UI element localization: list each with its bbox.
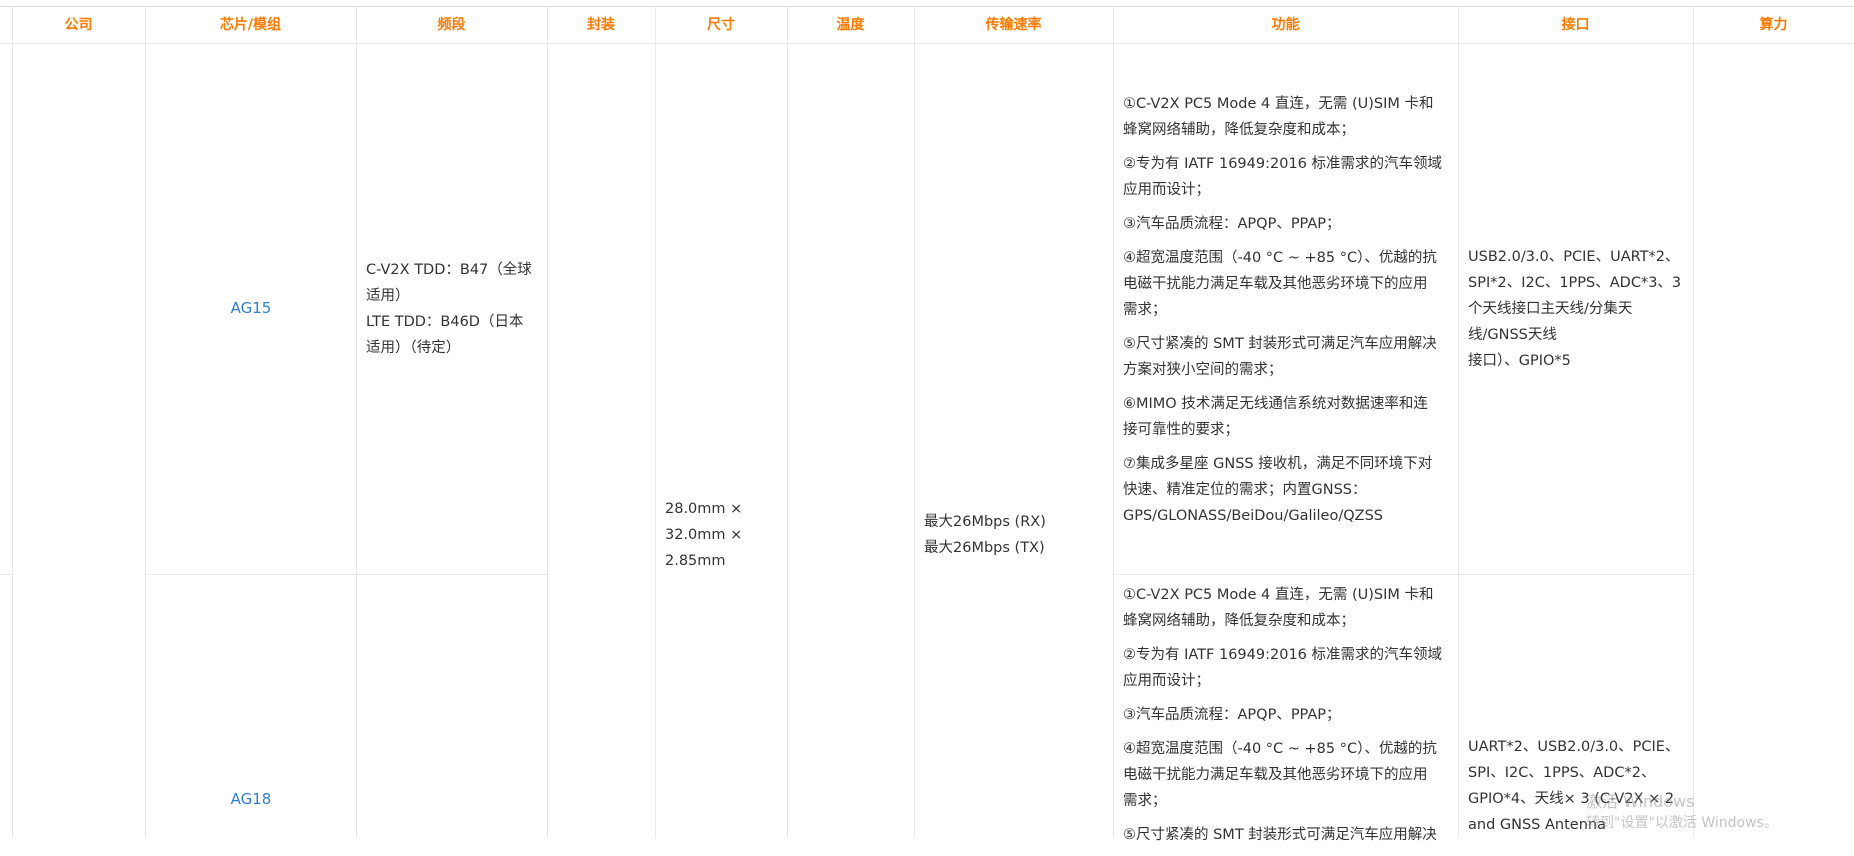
feature-line: 蜂窝网络辅助，降低复杂度和成本； <box>1123 613 1355 629</box>
header-compute: 算力 <box>1759 17 1788 33</box>
col-border <box>1693 6 1694 838</box>
band-line: 适用） <box>366 288 410 304</box>
interface-line: GPIO*4、天线× 3 (C-V2X × 2 <box>1468 791 1675 807</box>
feature-item: ④超宽温度范围（-40 °C ~ +85 °C）、优越的抗 电磁干扰能力满足车载… <box>1123 736 1463 814</box>
row-divider <box>145 574 547 575</box>
feature-item: ①C-V2X PC5 Mode 4 直连，无需 (U)SIM 卡和 蜂窝网络辅助… <box>1123 582 1463 634</box>
col-border <box>547 6 548 838</box>
col-border <box>145 6 146 838</box>
interface-line: UART*2、USB2.0/3.0、PCIE、 <box>1468 739 1680 755</box>
col-border <box>655 6 656 838</box>
feature-item: ⑤尺寸紧凑的 SMT 封装形式可满足汽车应用解决 方案对狭小空间的需求； <box>1123 331 1463 383</box>
feature-line: ①C-V2X PC5 Mode 4 直连，无需 (U)SIM 卡和 <box>1123 96 1434 112</box>
band-line: C-V2X TDD：B47（全球 <box>366 262 532 278</box>
interface-line: SPI*2、I2C、1PPS、ADC*3、3 <box>1468 275 1682 291</box>
size-line: 32.0mm × <box>665 527 743 543</box>
feature-line: ④超宽温度范围（-40 °C ~ +85 °C）、优越的抗 <box>1123 741 1437 757</box>
feature-line: ⑥MIMO 技术满足无线通信系统对数据速率和连 <box>1123 396 1428 412</box>
features-cell-ag15: ①C-V2X PC5 Mode 4 直连，无需 (U)SIM 卡和 蜂窝网络辅助… <box>1123 91 1463 537</box>
rate-line: 最大26Mbps (RX) <box>924 514 1046 530</box>
feature-line: 应用而设计； <box>1123 182 1210 198</box>
header-bottom-border <box>0 43 1854 44</box>
band-line: LTE TDD：B46D（日本 <box>366 314 524 330</box>
feature-line: ⑦集成多星座 GNSS 接收机，满足不同环境下对 <box>1123 456 1433 472</box>
header-band: 频段 <box>437 17 466 33</box>
left-stub-divider <box>0 574 12 575</box>
feature-item: ④超宽温度范围（-40 °C ~ +85 °C）、优越的抗 电磁干扰能力满足车载… <box>1123 245 1463 323</box>
feature-line: 快速、精准定位的需求；内置GNSS： <box>1123 482 1367 498</box>
feature-line: 需求； <box>1123 302 1167 318</box>
chip-link-ag15[interactable]: AG15 <box>146 299 356 317</box>
feature-item: ①C-V2X PC5 Mode 4 直连，无需 (U)SIM 卡和 蜂窝网络辅助… <box>1123 91 1463 143</box>
band-cell-ag15: C-V2X TDD：B47（全球 适用） LTE TDD：B46D（日本 适用）… <box>366 257 532 361</box>
feature-line: ③汽车品质流程：APQP、PPAP； <box>1123 216 1341 232</box>
feature-line: 需求； <box>1123 793 1167 809</box>
col-border <box>12 6 13 838</box>
header-interface: 接口 <box>1561 17 1590 33</box>
col-border <box>914 6 915 838</box>
rate-line: 最大26Mbps (TX) <box>924 540 1045 556</box>
row-divider-features <box>1113 574 1693 575</box>
col-border <box>787 6 788 838</box>
feature-line: ①C-V2X PC5 Mode 4 直连，无需 (U)SIM 卡和 <box>1123 587 1434 603</box>
size-cell: 28.0mm × 32.0mm × 2.85mm <box>665 496 742 574</box>
feature-line: 方案对狭小空间的需求； <box>1123 362 1283 378</box>
size-line: 28.0mm × <box>665 501 743 517</box>
header-company: 公司 <box>64 17 93 33</box>
feature-item: ⑤尺寸紧凑的 SMT 封装形式可满足汽车应用解决 <box>1123 822 1463 848</box>
feature-item: ⑥MIMO 技术满足无线通信系统对数据速率和连 接可靠性的要求； <box>1123 391 1463 443</box>
chip-link-ag18[interactable]: AG18 <box>146 790 356 808</box>
features-cell-ag18: ①C-V2X PC5 Mode 4 直连，无需 (U)SIM 卡和 蜂窝网络辅助… <box>1123 582 1463 856</box>
header-chip-module: 芯片/模组 <box>219 17 282 33</box>
header-size: 尺寸 <box>707 17 735 33</box>
col-border <box>1113 6 1114 838</box>
feature-line: ⑤尺寸紧凑的 SMT 封装形式可满足汽车应用解决 <box>1123 336 1437 352</box>
feature-line: 应用而设计； <box>1123 673 1210 689</box>
interface-line: SPI、I2C、1PPS、ADC*2、 <box>1468 765 1656 781</box>
interface-line: 线/GNSS天线 <box>1468 327 1557 343</box>
size-line: 2.85mm <box>665 553 726 569</box>
band-line: 适用）（待定） <box>366 340 461 356</box>
feature-item: ③汽车品质流程：APQP、PPAP； <box>1123 702 1463 728</box>
header-function: 功能 <box>1271 17 1300 33</box>
feature-line: 蜂窝网络辅助，降低复杂度和成本； <box>1123 122 1355 138</box>
header-top-border <box>0 6 1854 7</box>
interface-cell-ag18: UART*2、USB2.0/3.0、PCIE、 SPI、I2C、1PPS、ADC… <box>1468 734 1679 838</box>
feature-item: ③汽车品质流程：APQP、PPAP； <box>1123 211 1463 237</box>
table-grid <box>0 0 1854 838</box>
feature-line: ④超宽温度范围（-40 °C ~ +85 °C）、优越的抗 <box>1123 250 1437 266</box>
feature-line: ②专为有 IATF 16949:2016 标准需求的汽车领域 <box>1123 647 1443 663</box>
feature-line: GPS/GLONASS/BeiDou/Galileo/QZSS <box>1123 508 1383 524</box>
header-package: 封装 <box>587 17 615 33</box>
header-transfer-rate: 传输速率 <box>985 17 1042 33</box>
feature-line: ⑤尺寸紧凑的 SMT 封装形式可满足汽车应用解决 <box>1123 827 1437 843</box>
feature-line: 电磁干扰能力满足车载及其他恶劣环境下的应用 <box>1123 767 1428 783</box>
interface-line: 个天线接口主天线/分集天 <box>1468 301 1633 317</box>
feature-item: ②专为有 IATF 16949:2016 标准需求的汽车领域 应用而设计； <box>1123 642 1463 694</box>
interface-line: 接口）、GPIO*5 <box>1468 353 1571 369</box>
feature-line: 电磁干扰能力满足车载及其他恶劣环境下的应用 <box>1123 276 1428 292</box>
feature-item: ②专为有 IATF 16949:2016 标准需求的汽车领域 应用而设计； <box>1123 151 1463 203</box>
feature-line: ②专为有 IATF 16949:2016 标准需求的汽车领域 <box>1123 156 1443 172</box>
interface-line: USB2.0/3.0、PCIE、UART*2、 <box>1468 249 1680 265</box>
interface-cell-ag15: USB2.0/3.0、PCIE、UART*2、 SPI*2、I2C、1PPS、A… <box>1468 244 1681 374</box>
feature-line: 接可靠性的要求； <box>1123 422 1239 438</box>
header-temperature: 温度 <box>836 17 865 33</box>
col-border <box>356 6 357 838</box>
feature-item: ⑦集成多星座 GNSS 接收机，满足不同环境下对 快速、精准定位的需求；内置GN… <box>1123 451 1463 529</box>
feature-line: ③汽车品质流程：APQP、PPAP； <box>1123 707 1341 723</box>
transfer-rate-cell: 最大26Mbps (RX) 最大26Mbps (TX) <box>924 509 1046 561</box>
interface-line: and GNSS Antenna <box>1468 817 1606 833</box>
